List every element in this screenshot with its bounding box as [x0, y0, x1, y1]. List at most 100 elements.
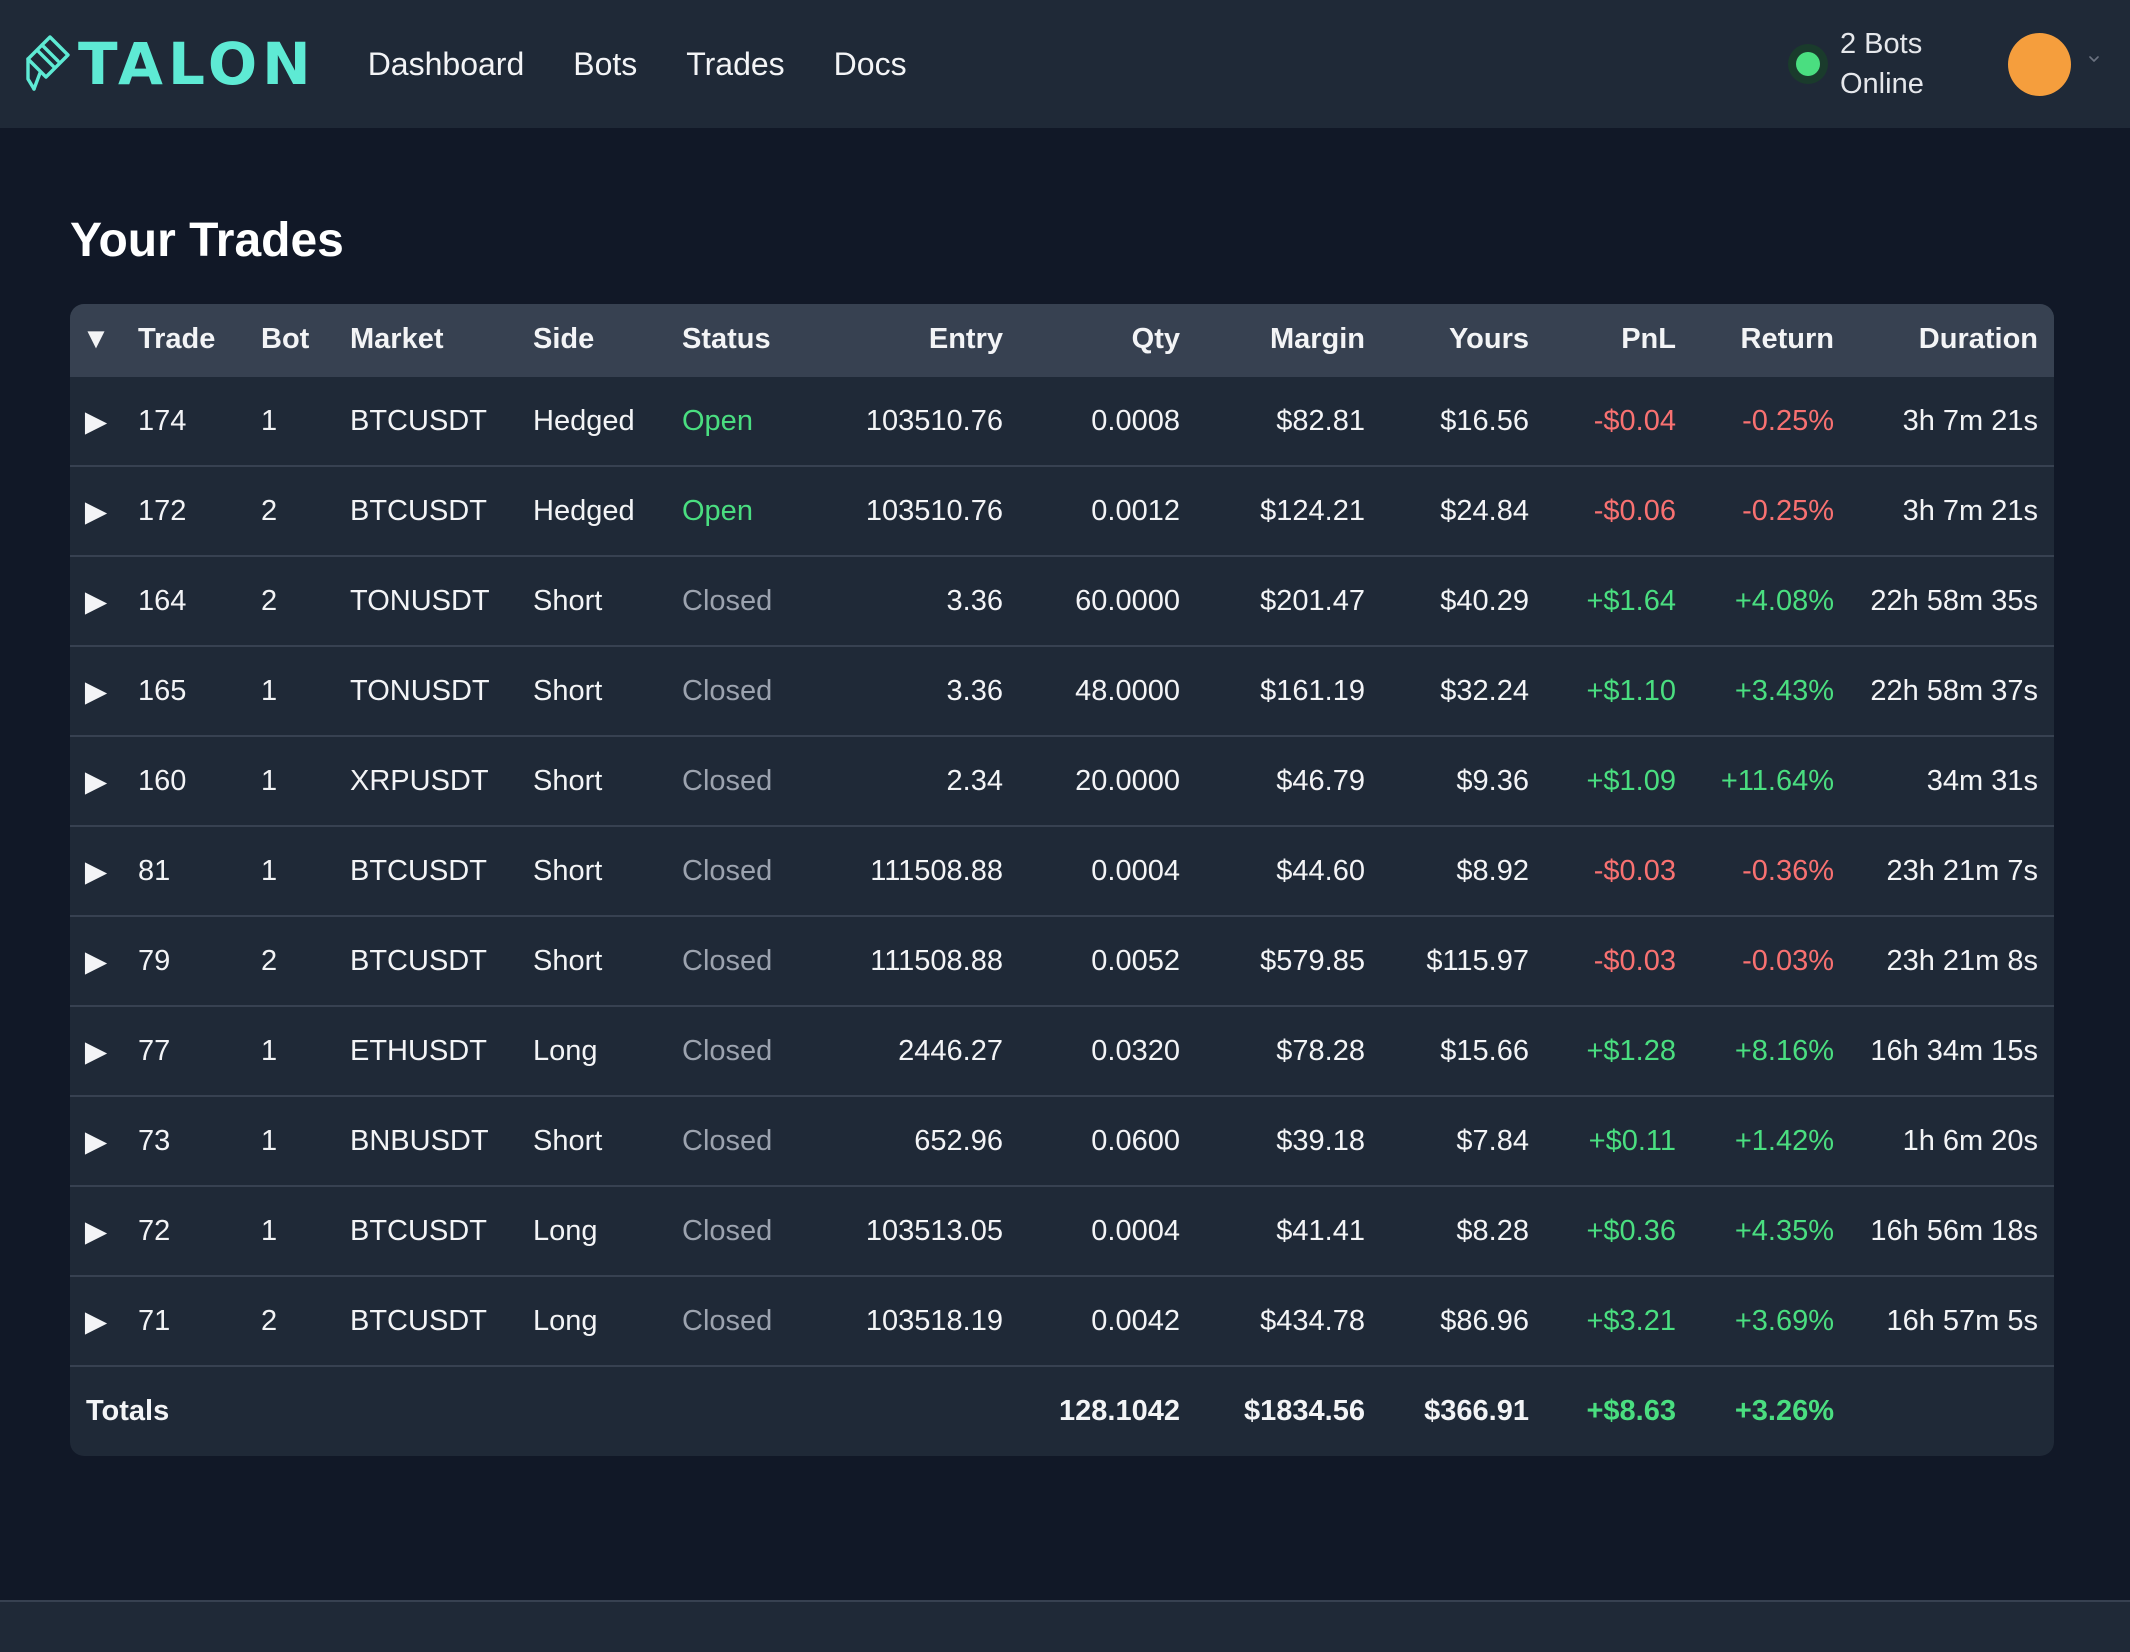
cell-qty: 0.0008 [1019, 375, 1196, 466]
cell-status: Closed [666, 735, 819, 826]
cell-pnl: -$0.06 [1545, 465, 1692, 556]
cell-return: -0.36% [1692, 825, 1850, 916]
cell-status: Closed [666, 1275, 819, 1366]
column-header-side[interactable]: Side [517, 304, 666, 376]
column-header-duration[interactable]: Duration [1850, 304, 2054, 376]
cell-entry: 3.36 [819, 645, 1019, 736]
expand-row-icon[interactable]: ▶ [70, 825, 122, 916]
table-row[interactable]: ▶ 160 1 XRPUSDT Short Closed 2.34 20.0000 $46.79… [70, 735, 2054, 826]
expand-row-icon[interactable]: ▶ [70, 735, 122, 826]
cell-entry: 3.36 [819, 555, 1019, 646]
column-header-yours[interactable]: Yours [1381, 304, 1545, 376]
cell-market: BTCUSDT [334, 1185, 517, 1276]
cell-side: Hedged [517, 465, 666, 556]
user-avatar[interactable] [2008, 33, 2071, 96]
expand-row-icon[interactable]: ▶ [70, 915, 122, 1006]
expand-row-icon[interactable]: ▶ [70, 645, 122, 736]
online-dot-icon [1796, 52, 1820, 76]
cell-market: TONUSDT [334, 645, 517, 736]
cell-bot: 2 [245, 1275, 334, 1366]
nav-link-dashboard[interactable]: Dashboard [368, 48, 525, 80]
expand-row-icon[interactable]: ▶ [70, 1185, 122, 1276]
column-header-margin[interactable]: Margin [1196, 304, 1381, 376]
table-row[interactable]: ▶ 172 2 BTCUSDT Hedged Open 103510.76 0.0012 $12… [70, 465, 2054, 556]
trades-table-card: ▼ Trade Bot Market Side Status Entry Qty… [70, 304, 2054, 1456]
trade-rows: ▶ 174 1 BTCUSDT Hedged Open 103510.76 0.0008 $82… [70, 375, 2054, 1366]
cell-entry: 2.34 [819, 735, 1019, 826]
column-header-market[interactable]: Market [334, 304, 517, 376]
cell-market: XRPUSDT [334, 735, 517, 826]
table-row[interactable]: ▶ 73 1 BNBUSDT Short Closed 652.96 0.0600 $39.18… [70, 1095, 2054, 1186]
nav-link-trades[interactable]: Trades [686, 48, 784, 80]
nav-link-bots[interactable]: Bots [573, 48, 637, 80]
cell-yours: $86.96 [1381, 1275, 1545, 1366]
expand-row-icon[interactable]: ▶ [70, 375, 122, 466]
cell-margin: $46.79 [1196, 735, 1381, 826]
cell-qty: 60.0000 [1019, 555, 1196, 646]
column-header-return[interactable]: Return [1692, 304, 1850, 376]
cell-bot: 2 [245, 915, 334, 1006]
totals-pnl: +$8.63 [1545, 1365, 1692, 1456]
totals-qty: 128.1042 [1019, 1365, 1196, 1456]
cell-side: Long [517, 1005, 666, 1096]
cell-entry: 111508.88 [819, 915, 1019, 1006]
cell-entry: 652.96 [819, 1095, 1019, 1186]
cell-qty: 0.0012 [1019, 465, 1196, 556]
column-header-bot[interactable]: Bot [245, 304, 334, 376]
nav-link-docs[interactable]: Docs [834, 48, 907, 80]
table-row[interactable]: ▶ 174 1 BTCUSDT Hedged Open 103510.76 0.0008 $82… [70, 375, 2054, 466]
cell-return: +11.64% [1692, 735, 1850, 826]
cell-return: -0.25% [1692, 375, 1850, 466]
cell-return: -0.03% [1692, 915, 1850, 1006]
cell-margin: $44.60 [1196, 825, 1381, 916]
table-row[interactable]: ▶ 79 2 BTCUSDT Short Closed 111508.88 0.0052 $57… [70, 915, 2054, 1006]
brand-logo[interactable]: TALON [20, 33, 316, 95]
cell-entry: 103513.05 [819, 1185, 1019, 1276]
column-header-pnl[interactable]: PnL [1545, 304, 1692, 376]
cell-market: ETHUSDT [334, 1005, 517, 1096]
expand-row-icon[interactable]: ▶ [70, 1275, 122, 1366]
table-row[interactable]: ▶ 164 2 TONUSDT Short Closed 3.36 60.0000 $201.4… [70, 555, 2054, 646]
cell-market: BNBUSDT [334, 1095, 517, 1186]
cell-yours: $16.56 [1381, 375, 1545, 466]
cell-qty: 0.0042 [1019, 1275, 1196, 1366]
expand-row-icon[interactable]: ▶ [70, 1005, 122, 1096]
cell-bot: 1 [245, 825, 334, 916]
chevron-down-icon[interactable] [2089, 54, 2099, 64]
cell-pnl: -$0.03 [1545, 915, 1692, 1006]
cell-trade: 79 [122, 915, 245, 1006]
trades-table: ▼ Trade Bot Market Side Status Entry Qty… [70, 304, 2054, 1456]
cell-qty: 0.0004 [1019, 1185, 1196, 1276]
column-header-trade[interactable]: Trade [122, 304, 245, 376]
table-row[interactable]: ▶ 81 1 BTCUSDT Short Closed 111508.88 0.0004 $44… [70, 825, 2054, 916]
expand-row-icon[interactable]: ▶ [70, 1095, 122, 1186]
cell-side: Short [517, 645, 666, 736]
cell-trade: 164 [122, 555, 245, 646]
expand-row-icon[interactable]: ▶ [70, 465, 122, 556]
cell-status: Open [666, 375, 819, 466]
table-row[interactable]: ▶ 71 2 BTCUSDT Long Closed 103518.19 0.0042 $434… [70, 1275, 2054, 1366]
cell-trade: 72 [122, 1185, 245, 1276]
talon-logo-icon [26, 35, 70, 91]
cell-pnl: +$3.21 [1545, 1275, 1692, 1366]
table-row[interactable]: ▶ 165 1 TONUSDT Short Closed 3.36 48.0000 $161.1… [70, 645, 2054, 736]
column-header-entry[interactable]: Entry [819, 304, 1019, 376]
expand-row-icon[interactable]: ▶ [70, 555, 122, 646]
cell-market: BTCUSDT [334, 1275, 517, 1366]
table-row[interactable]: ▶ 77 1 ETHUSDT Long Closed 2446.27 0.0320 $78.28… [70, 1005, 2054, 1096]
column-header-status[interactable]: Status [666, 304, 819, 376]
sort-toggle-icon[interactable]: ▼ [70, 304, 122, 376]
cell-margin: $39.18 [1196, 1095, 1381, 1186]
cell-duration: 23h 21m 8s [1850, 915, 2054, 1006]
cell-side: Short [517, 915, 666, 1006]
cell-entry: 111508.88 [819, 825, 1019, 916]
column-header-qty[interactable]: Qty [1019, 304, 1196, 376]
table-row[interactable]: ▶ 72 1 BTCUSDT Long Closed 103513.05 0.0004 $41.… [70, 1185, 2054, 1276]
cell-yours: $115.97 [1381, 915, 1545, 1006]
brand-name: TALON [78, 30, 316, 98]
cell-entry: 2446.27 [819, 1005, 1019, 1096]
cell-yours: $9.36 [1381, 735, 1545, 826]
cell-pnl: +$0.11 [1545, 1095, 1692, 1186]
cell-qty: 0.0600 [1019, 1095, 1196, 1186]
totals-label: Totals [70, 1365, 819, 1456]
